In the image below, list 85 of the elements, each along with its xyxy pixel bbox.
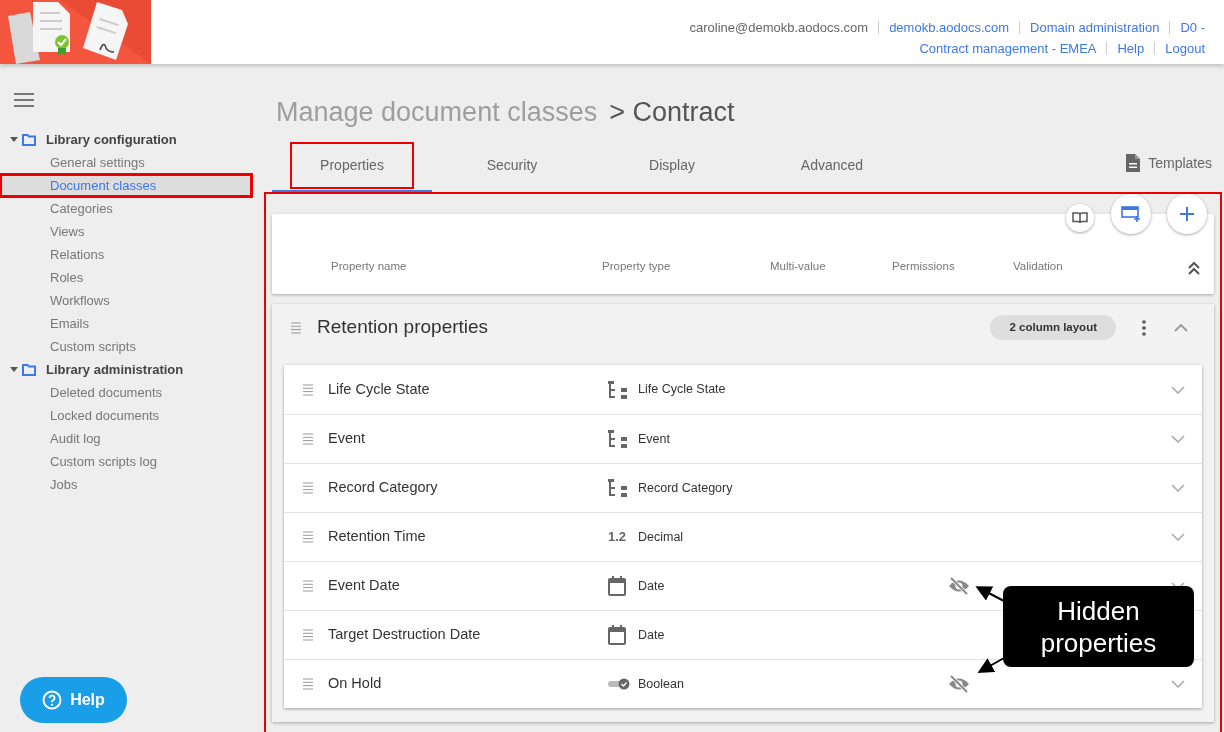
- calendar-icon: [608, 625, 626, 645]
- calendar-icon: [608, 576, 626, 596]
- property-name[interactable]: Event: [328, 428, 608, 450]
- property-name[interactable]: Retention Time: [328, 526, 608, 548]
- sidebar-item[interactable]: Roles: [0, 266, 252, 289]
- drag-handle-icon[interactable]: [303, 580, 313, 592]
- menu-icon[interactable]: [14, 93, 34, 107]
- header-link[interactable]: Logout: [1165, 38, 1205, 59]
- header-link[interactable]: demokb.aodocs.com: [889, 17, 1010, 38]
- tree-group-label[interactable]: Library administration: [46, 359, 184, 380]
- page-title: > Contract: [609, 96, 735, 129]
- arrow: [977, 657, 1005, 673]
- column-header[interactable]: Validation: [1013, 258, 1063, 276]
- drag-handle-icon[interactable]: [303, 433, 313, 445]
- header-link[interactable]: D0 -: [1180, 17, 1205, 38]
- property-type: Date: [638, 626, 666, 644]
- folder-icon: [22, 363, 36, 376]
- header-link[interactable]: Contract management - EMEA: [919, 38, 1097, 59]
- column-header[interactable]: Multi-value: [770, 258, 826, 276]
- drag-handle-icon[interactable]: [303, 531, 313, 543]
- book-button[interactable]: [1066, 204, 1094, 232]
- drag-handle-icon[interactable]: [303, 629, 313, 641]
- sidebar-item[interactable]: Workflows: [0, 289, 252, 312]
- help-icon: [42, 690, 63, 710]
- sidebar-item[interactable]: Views: [0, 220, 252, 243]
- breadcrumb-parent[interactable]: Manage document classes: [276, 92, 598, 140]
- column-header[interactable]: Property type: [602, 258, 671, 276]
- property-type: Decimal: [638, 528, 685, 546]
- column-header[interactable]: Property name: [331, 258, 407, 276]
- sidebar-item[interactable]: Custom scripts: [0, 335, 252, 358]
- property-name[interactable]: Record Category: [328, 477, 608, 499]
- sidebar-item[interactable]: Jobs: [0, 473, 252, 496]
- more-icon[interactable]: [1142, 319, 1146, 336]
- column-header[interactable]: Permissions: [892, 258, 955, 276]
- sidebar-item[interactable]: Audit log: [0, 427, 252, 450]
- property-type: Boolean: [638, 675, 685, 693]
- sidebar-item[interactable]: Categories: [0, 197, 252, 220]
- header-link[interactable]: Help: [1117, 38, 1145, 59]
- tab[interactable]: Security: [432, 140, 592, 192]
- sidebar-item[interactable]: Relations: [0, 243, 252, 266]
- tab[interactable]: Advanced: [752, 140, 912, 192]
- tree-icon: [608, 430, 627, 448]
- tree-group-label[interactable]: Library configuration: [46, 129, 177, 150]
- sidebar-item[interactable]: Deleted documents: [0, 381, 252, 404]
- document-icon: [1126, 154, 1141, 172]
- sidebar-item[interactable]: General settings: [0, 151, 252, 174]
- templates-button[interactable]: Templates: [1126, 140, 1220, 192]
- drag-handle-icon[interactable]: [291, 321, 301, 334]
- drag-handle-icon[interactable]: [303, 383, 313, 396]
- property-name[interactable]: Life Cycle State: [328, 378, 608, 401]
- property-type: Record Category: [638, 479, 734, 497]
- book-icon: [1072, 212, 1088, 224]
- section-title: Retention properties: [317, 315, 489, 340]
- toggle-icon: [608, 678, 630, 690]
- property-type: Date: [638, 577, 666, 595]
- tab[interactable]: Display: [592, 140, 752, 192]
- sidebar-item[interactable]: Custom scripts log: [0, 450, 252, 473]
- add-icon: [1179, 206, 1195, 222]
- tree-icon: [608, 479, 627, 497]
- sidebar-item[interactable]: Document classes: [0, 174, 252, 197]
- drag-handle-icon[interactable]: [303, 482, 313, 494]
- property-type: Event: [638, 430, 671, 448]
- decimal-icon: 1.2: [608, 527, 627, 547]
- property-name[interactable]: On Hold: [328, 673, 608, 695]
- user-email: caroline@demokb.aodocs.com: [689, 19, 869, 37]
- property-name[interactable]: Target Destruction Date: [328, 624, 608, 646]
- drag-handle-icon[interactable]: [303, 678, 313, 690]
- header-link[interactable]: Domain administration: [1030, 17, 1160, 38]
- arrow: [975, 586, 1005, 602]
- chevron-icon[interactable]: [1174, 323, 1188, 332]
- collapse-all-icon[interactable]: [1188, 261, 1200, 275]
- add-section-icon: [1121, 206, 1141, 222]
- caret-icon[interactable]: [10, 367, 18, 372]
- help-button[interactable]: Help: [20, 677, 127, 723]
- add-section-button[interactable]: [1111, 194, 1151, 234]
- caret-icon[interactable]: [10, 137, 18, 142]
- layout-badge[interactable]: 2 column layout: [990, 314, 1116, 341]
- folder-icon: [22, 133, 36, 146]
- sidebar-item[interactable]: Locked documents: [0, 404, 252, 427]
- property-type: Life Cycle State: [638, 381, 727, 399]
- property-name[interactable]: Event Date: [328, 575, 608, 597]
- sidebar-item[interactable]: Emails: [0, 312, 252, 335]
- tree-icon: [608, 380, 627, 399]
- add-button[interactable]: [1167, 194, 1207, 234]
- callout: Hidden properties: [1003, 586, 1194, 667]
